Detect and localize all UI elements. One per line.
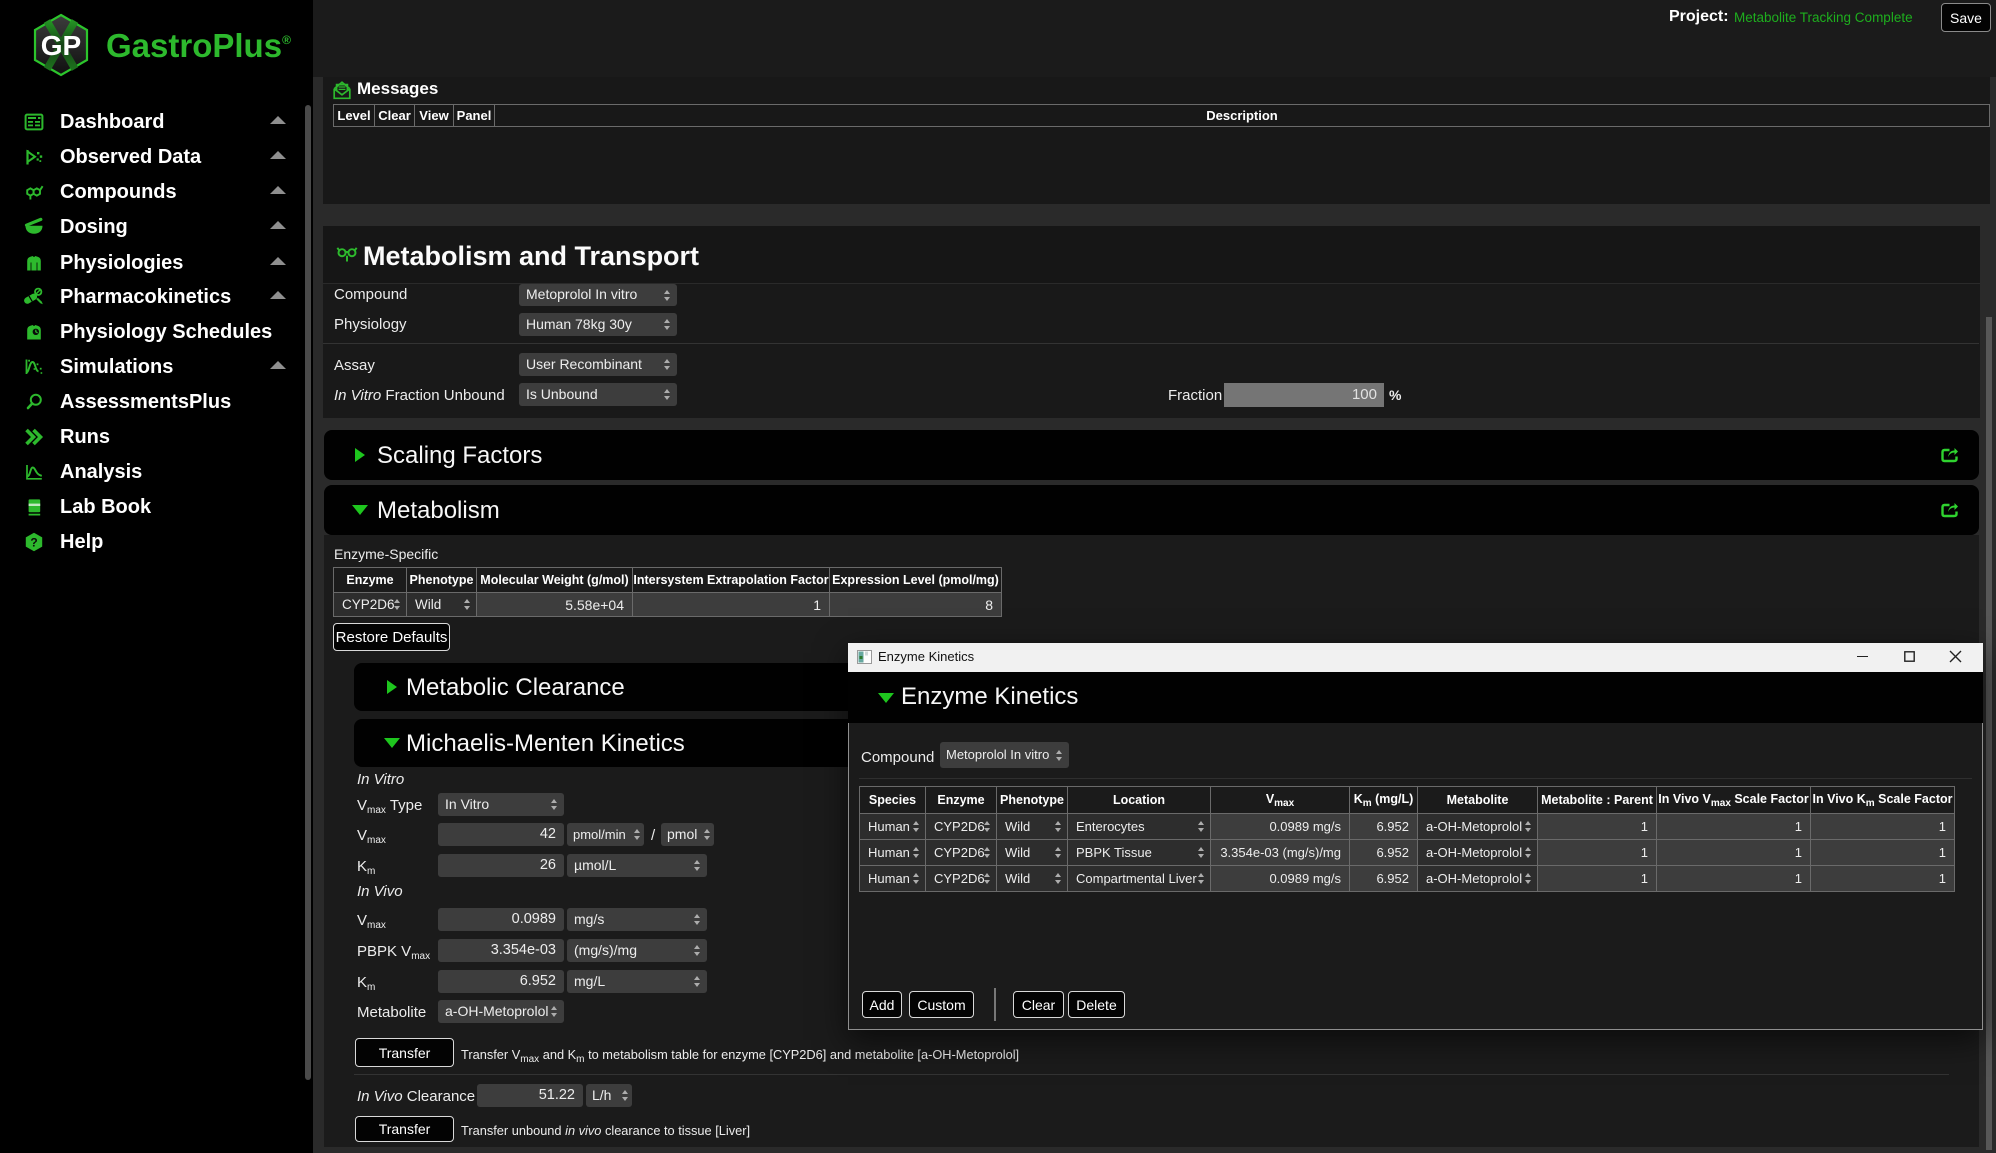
svg-text:?: ? (30, 535, 37, 549)
svg-text:GP: GP (41, 30, 81, 61)
